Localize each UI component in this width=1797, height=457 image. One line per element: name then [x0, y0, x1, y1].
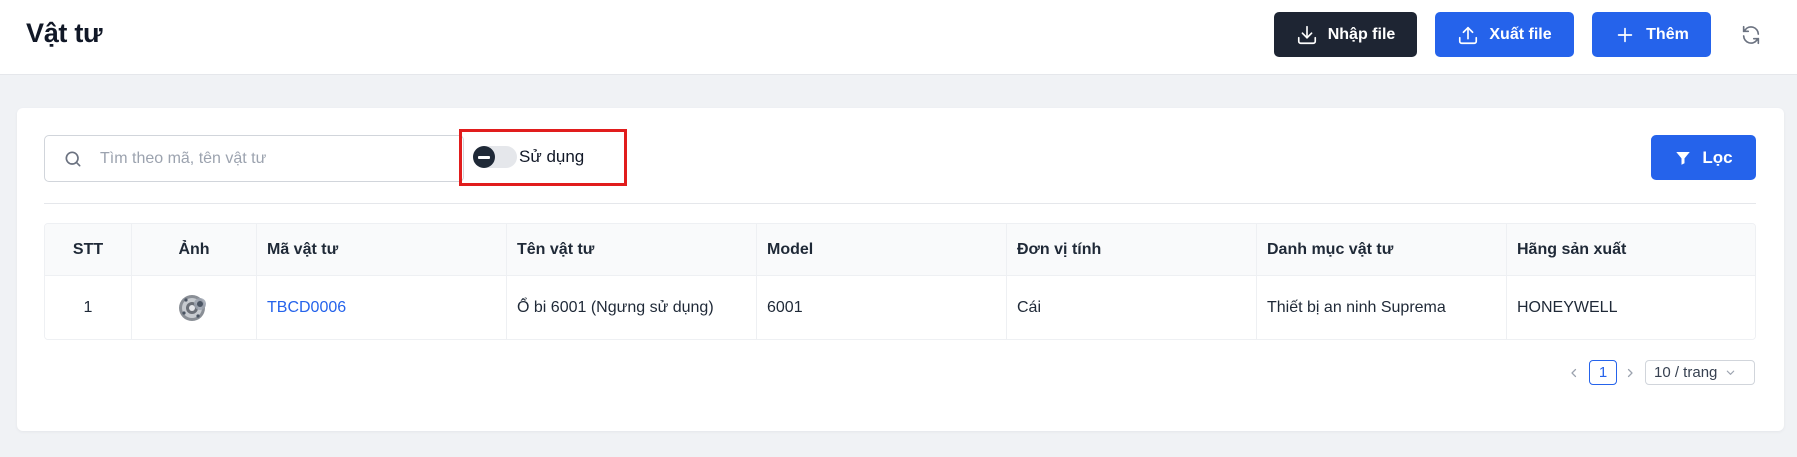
refresh-icon [1742, 25, 1760, 45]
cell-code: TBCD0006 [257, 276, 507, 339]
column-header-category: Danh mục vật tư [1257, 224, 1507, 275]
column-header-model: Model [757, 224, 1007, 275]
page-header: Vật tư Nhập file Xuất file Thêm [0, 0, 1797, 75]
column-header-name: Tên vật tư [507, 224, 757, 275]
plus-icon [1617, 27, 1633, 42]
material-code-link[interactable]: TBCD0006 [267, 299, 346, 317]
column-header-unit: Đơn vị tính [1007, 224, 1257, 275]
content-card: Sử dụng Lọc STT Ảnh Mã vật tư Tên vật tư… [17, 108, 1784, 431]
column-header-code: Mã vật tư [257, 224, 507, 275]
table-header: STT Ảnh Mã vật tư Tên vật tư Model Đơn v… [45, 224, 1755, 276]
materials-table: STT Ảnh Mã vật tư Tên vật tư Model Đơn v… [44, 223, 1756, 340]
column-header-manufacturer: Hãng sản xuất [1517, 240, 1627, 258]
chevron-down-icon [1727, 370, 1735, 375]
bearing-thumbnail-image[interactable] [177, 291, 211, 325]
usage-toggle[interactable] [473, 146, 517, 168]
search-icon [65, 151, 81, 167]
upload-icon [1459, 26, 1478, 44]
export-file-button[interactable]: Xuất file [1435, 12, 1574, 57]
page-size-value: 10 / trang [1654, 364, 1718, 381]
pagination-current-page[interactable]: 1 [1589, 360, 1617, 385]
table-row[interactable]: 1 TBCD0006 Ổ bi 6001 (Ngưng sử dụng) 600… [45, 276, 1755, 339]
column-header-image: Ảnh [132, 224, 257, 275]
pagination-next-button[interactable] [1622, 360, 1638, 385]
add-label: Thêm [1646, 25, 1689, 43]
cell-stt: 1 [45, 276, 132, 339]
export-file-label: Xuất file [1489, 25, 1552, 43]
cell-unit: Cái [1007, 276, 1257, 339]
search-input[interactable] [100, 146, 450, 172]
add-button[interactable]: Thêm [1592, 12, 1711, 57]
refresh-button[interactable] [1738, 22, 1764, 48]
pagination-prev-button[interactable] [1566, 360, 1582, 385]
column-header-stt: STT [45, 224, 132, 275]
page-title: Vật tư [26, 18, 103, 48]
cell-manufacturer: HONEYWELL [1517, 299, 1618, 316]
import-file-label: Nhập file [1327, 25, 1396, 43]
cell-name: Ổ bi 6001 (Ngưng sử dụng) [507, 276, 757, 339]
toggle-knob [473, 146, 495, 168]
cell-category: Thiết bị an ninh Suprema [1257, 276, 1507, 339]
chevron-left-icon [1571, 368, 1577, 377]
chevron-right-icon [1627, 368, 1633, 377]
page-size-select[interactable]: 10 / trang [1645, 360, 1755, 385]
download-icon [1297, 25, 1316, 44]
divider [44, 203, 1756, 204]
filter-label: Lọc [1702, 147, 1733, 167]
cell-image [132, 276, 257, 339]
filter-icon [1676, 151, 1691, 165]
usage-toggle-label: Sử dụng [519, 147, 585, 166]
filter-button[interactable]: Lọc [1651, 135, 1756, 180]
search-box [44, 135, 464, 182]
import-file-button[interactable]: Nhập file [1274, 12, 1417, 57]
cell-model: 6001 [757, 276, 1007, 339]
